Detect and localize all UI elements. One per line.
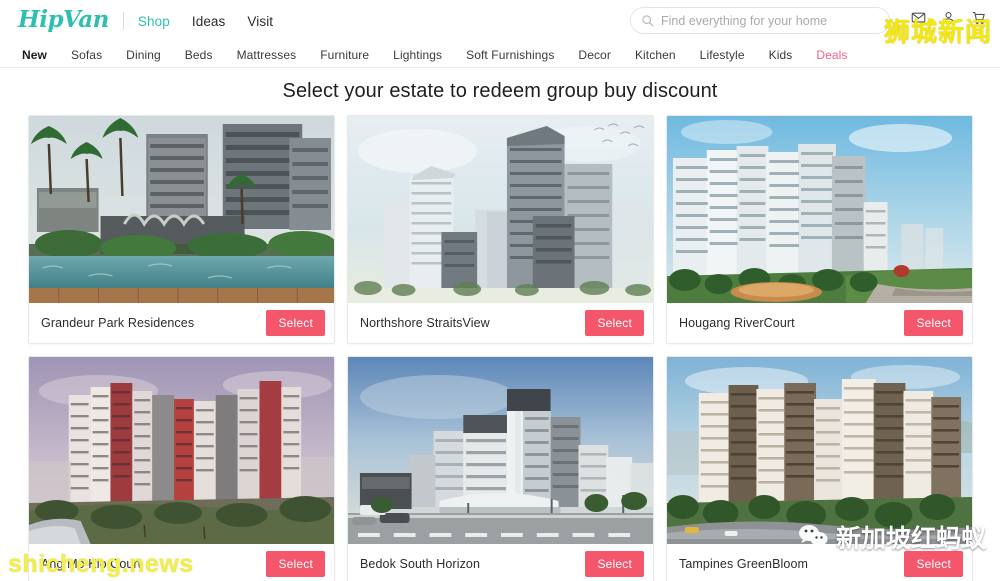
primary-nav: Shop Ideas Visit	[138, 14, 273, 29]
estate-name: Hougang RiverCourt	[679, 316, 795, 330]
search-bar[interactable]	[630, 7, 890, 34]
nav-item-ideas[interactable]: Ideas	[192, 14, 226, 29]
header-icon-group	[911, 10, 986, 25]
select-button[interactable]: Select	[266, 551, 325, 577]
select-button[interactable]: Select	[585, 551, 644, 577]
estate-name: Grandeur Park Residences	[41, 316, 195, 330]
estate-image-northshore-straitsview	[348, 116, 653, 303]
cat-item-dining[interactable]: Dining	[126, 48, 176, 62]
estate-card[interactable]: Northshore StraitsView Select	[347, 115, 654, 344]
mail-icon[interactable]	[911, 10, 926, 25]
estate-image-tampines-greenbloom	[667, 357, 972, 544]
cat-item-mattresses[interactable]: Mattresses	[237, 48, 312, 62]
estate-grid: Grandeur Park Residences Select Northsho…	[0, 115, 1000, 581]
estate-card[interactable]: Hougang RiverCourt Select	[666, 115, 973, 344]
cat-item-lifestyle[interactable]: Lifestyle	[700, 48, 760, 62]
user-icon[interactable]	[941, 10, 956, 25]
estate-name: Tampines GreenBloom	[679, 557, 809, 571]
hipvan-logo[interactable]: HipVan	[18, 8, 109, 34]
estate-name: Ang Mo Kio Court	[41, 557, 142, 571]
estate-card[interactable]: Grandeur Park Residences Select	[28, 115, 335, 344]
cat-item-furniture[interactable]: Furniture	[320, 48, 384, 62]
cat-item-kids[interactable]: Kids	[769, 48, 808, 62]
select-button[interactable]: Select	[266, 310, 325, 336]
estate-card-footer: Northshore StraitsView Select	[348, 303, 653, 343]
estate-card-footer: Grandeur Park Residences Select	[29, 303, 334, 343]
page-title: Select your estate to redeem group buy d…	[282, 80, 718, 102]
estate-card[interactable]: Tampines GreenBloom Select	[666, 356, 973, 581]
cat-item-deals[interactable]: Deals	[816, 48, 862, 62]
estate-name: Bedok South Horizon	[360, 557, 481, 571]
cat-item-decor[interactable]: Decor	[578, 48, 626, 62]
select-button[interactable]: Select	[585, 310, 644, 336]
estate-name: Northshore StraitsView	[360, 316, 490, 330]
estate-image-grandeur-park-residences	[29, 116, 334, 303]
cat-item-soft-furnishings[interactable]: Soft Furnishings	[466, 48, 569, 62]
estate-image-ang-mo-kio-court	[29, 357, 334, 544]
nav-item-visit[interactable]: Visit	[247, 14, 273, 29]
estate-card-footer: Bedok South Horizon Select	[348, 544, 653, 581]
select-button[interactable]: Select	[904, 551, 963, 577]
select-button[interactable]: Select	[904, 310, 963, 336]
cat-item-beds[interactable]: Beds	[185, 48, 228, 62]
nav-item-shop[interactable]: Shop	[138, 14, 170, 29]
cat-item-sofas[interactable]: Sofas	[71, 48, 117, 62]
category-nav: New Sofas Dining Beds Mattresses Furnitu…	[0, 42, 1000, 68]
estate-card[interactable]: Ang Mo Kio Court Select	[28, 356, 335, 581]
search-input[interactable]	[661, 13, 879, 28]
cart-icon[interactable]	[971, 10, 986, 25]
estate-card-footer: Ang Mo Kio Court Select	[29, 544, 334, 581]
cat-item-new[interactable]: New	[22, 48, 62, 62]
site-header: HipVan Shop Ideas Visit	[0, 0, 1000, 42]
page-root: HipVan Shop Ideas Visit Find everything …	[0, 0, 1000, 581]
cat-item-lightings[interactable]: Lightings	[393, 48, 457, 62]
search-icon	[642, 15, 654, 27]
estate-card-footer: Tampines GreenBloom Select	[667, 544, 972, 581]
estate-card[interactable]: Bedok South Horizon Select	[347, 356, 654, 581]
header-divider	[122, 12, 124, 30]
estate-card-footer: Hougang RiverCourt Select	[667, 303, 972, 343]
estate-image-bedok-south-horizon	[348, 357, 653, 544]
estate-image-hougang-rivercourt	[667, 116, 972, 303]
cat-item-kitchen[interactable]: Kitchen	[635, 48, 691, 62]
